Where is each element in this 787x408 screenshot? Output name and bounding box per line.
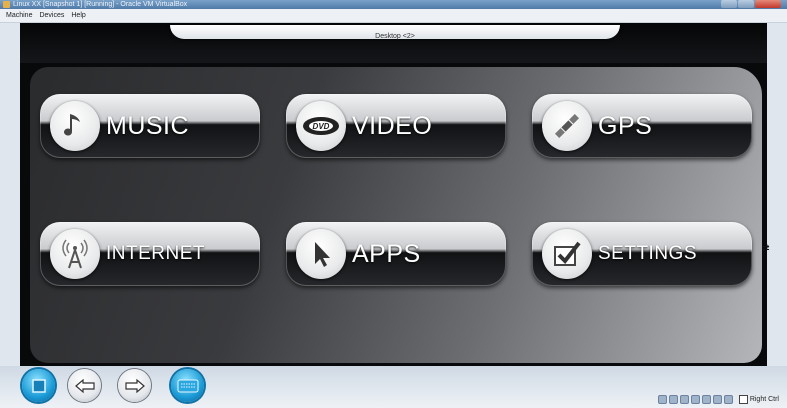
gps-button[interactable]: GPS [532,94,752,158]
desktop-tab[interactable]: Desktop <2> [170,25,620,40]
video-button[interactable]: DVD VIDEO [286,94,506,158]
app-icon [3,1,10,8]
internet-button[interactable]: INTERNET [40,222,260,286]
window-titlebar[interactable]: Linux XX [Snapshot 1] [Running] - Oracle… [0,0,787,9]
vm-screen[interactable]: Desktop <2> MUSIC DVD VIDEO GPS INTERNET… [20,23,767,373]
apps-label: APPS [352,239,421,268]
mouse-integration-icon[interactable] [723,395,733,404]
checkbox-icon [542,229,592,279]
settings-button[interactable]: SETTINGS [532,222,752,286]
host-key-label: Right Ctrl [749,396,779,403]
internet-label: INTERNET [106,243,205,264]
vm-status-tray: Right Ctrl [657,393,779,406]
apps-button[interactable]: APPS [286,222,506,286]
dvd-icon: DVD [296,101,346,151]
desktop-label: Desktop <2> [375,33,415,40]
usb-icon[interactable] [701,395,711,404]
launcher-panel: MUSIC DVD VIDEO GPS INTERNET APPS SETTIN… [30,67,762,363]
hard-disk-icon[interactable] [657,395,667,404]
antenna-icon [50,229,100,279]
music-label: MUSIC [106,111,190,140]
menu-machine[interactable]: Machine [6,12,32,19]
optical-drive-icon[interactable] [668,395,678,404]
home-button[interactable] [22,369,55,402]
home-icon [31,378,46,393]
maximize-button[interactable] [738,0,754,8]
menu-devices[interactable]: Devices [39,12,64,19]
video-label: VIDEO [352,111,433,140]
music-note-icon [50,101,100,151]
keyboard-button[interactable] [171,369,204,402]
window-title: Linux XX [Snapshot 1] [Running] - Oracle… [13,1,188,8]
keyboard-icon [177,379,198,392]
menu-bar: Machine Devices Help [0,9,787,23]
forward-button[interactable] [118,369,151,402]
shared-folders-icon[interactable] [712,395,722,404]
window-controls [720,0,781,9]
host-key-icon [738,395,748,404]
minimize-button[interactable] [721,0,737,8]
gps-label: GPS [598,111,653,140]
cursor-arrow-icon [296,229,346,279]
menu-help[interactable]: Help [71,12,85,19]
settings-label: SETTINGS [598,243,698,264]
floppy-icon[interactable] [679,395,689,404]
back-arrow-icon [74,378,95,393]
network-icon[interactable] [690,395,700,404]
close-button[interactable] [755,0,781,8]
forward-arrow-icon [124,378,145,393]
svg-text:DVD: DVD [313,122,330,131]
satellite-icon [542,101,592,151]
music-button[interactable]: MUSIC [40,94,260,158]
resize-handle[interactable]: ⇄ [762,243,770,254]
back-button[interactable] [68,369,101,402]
